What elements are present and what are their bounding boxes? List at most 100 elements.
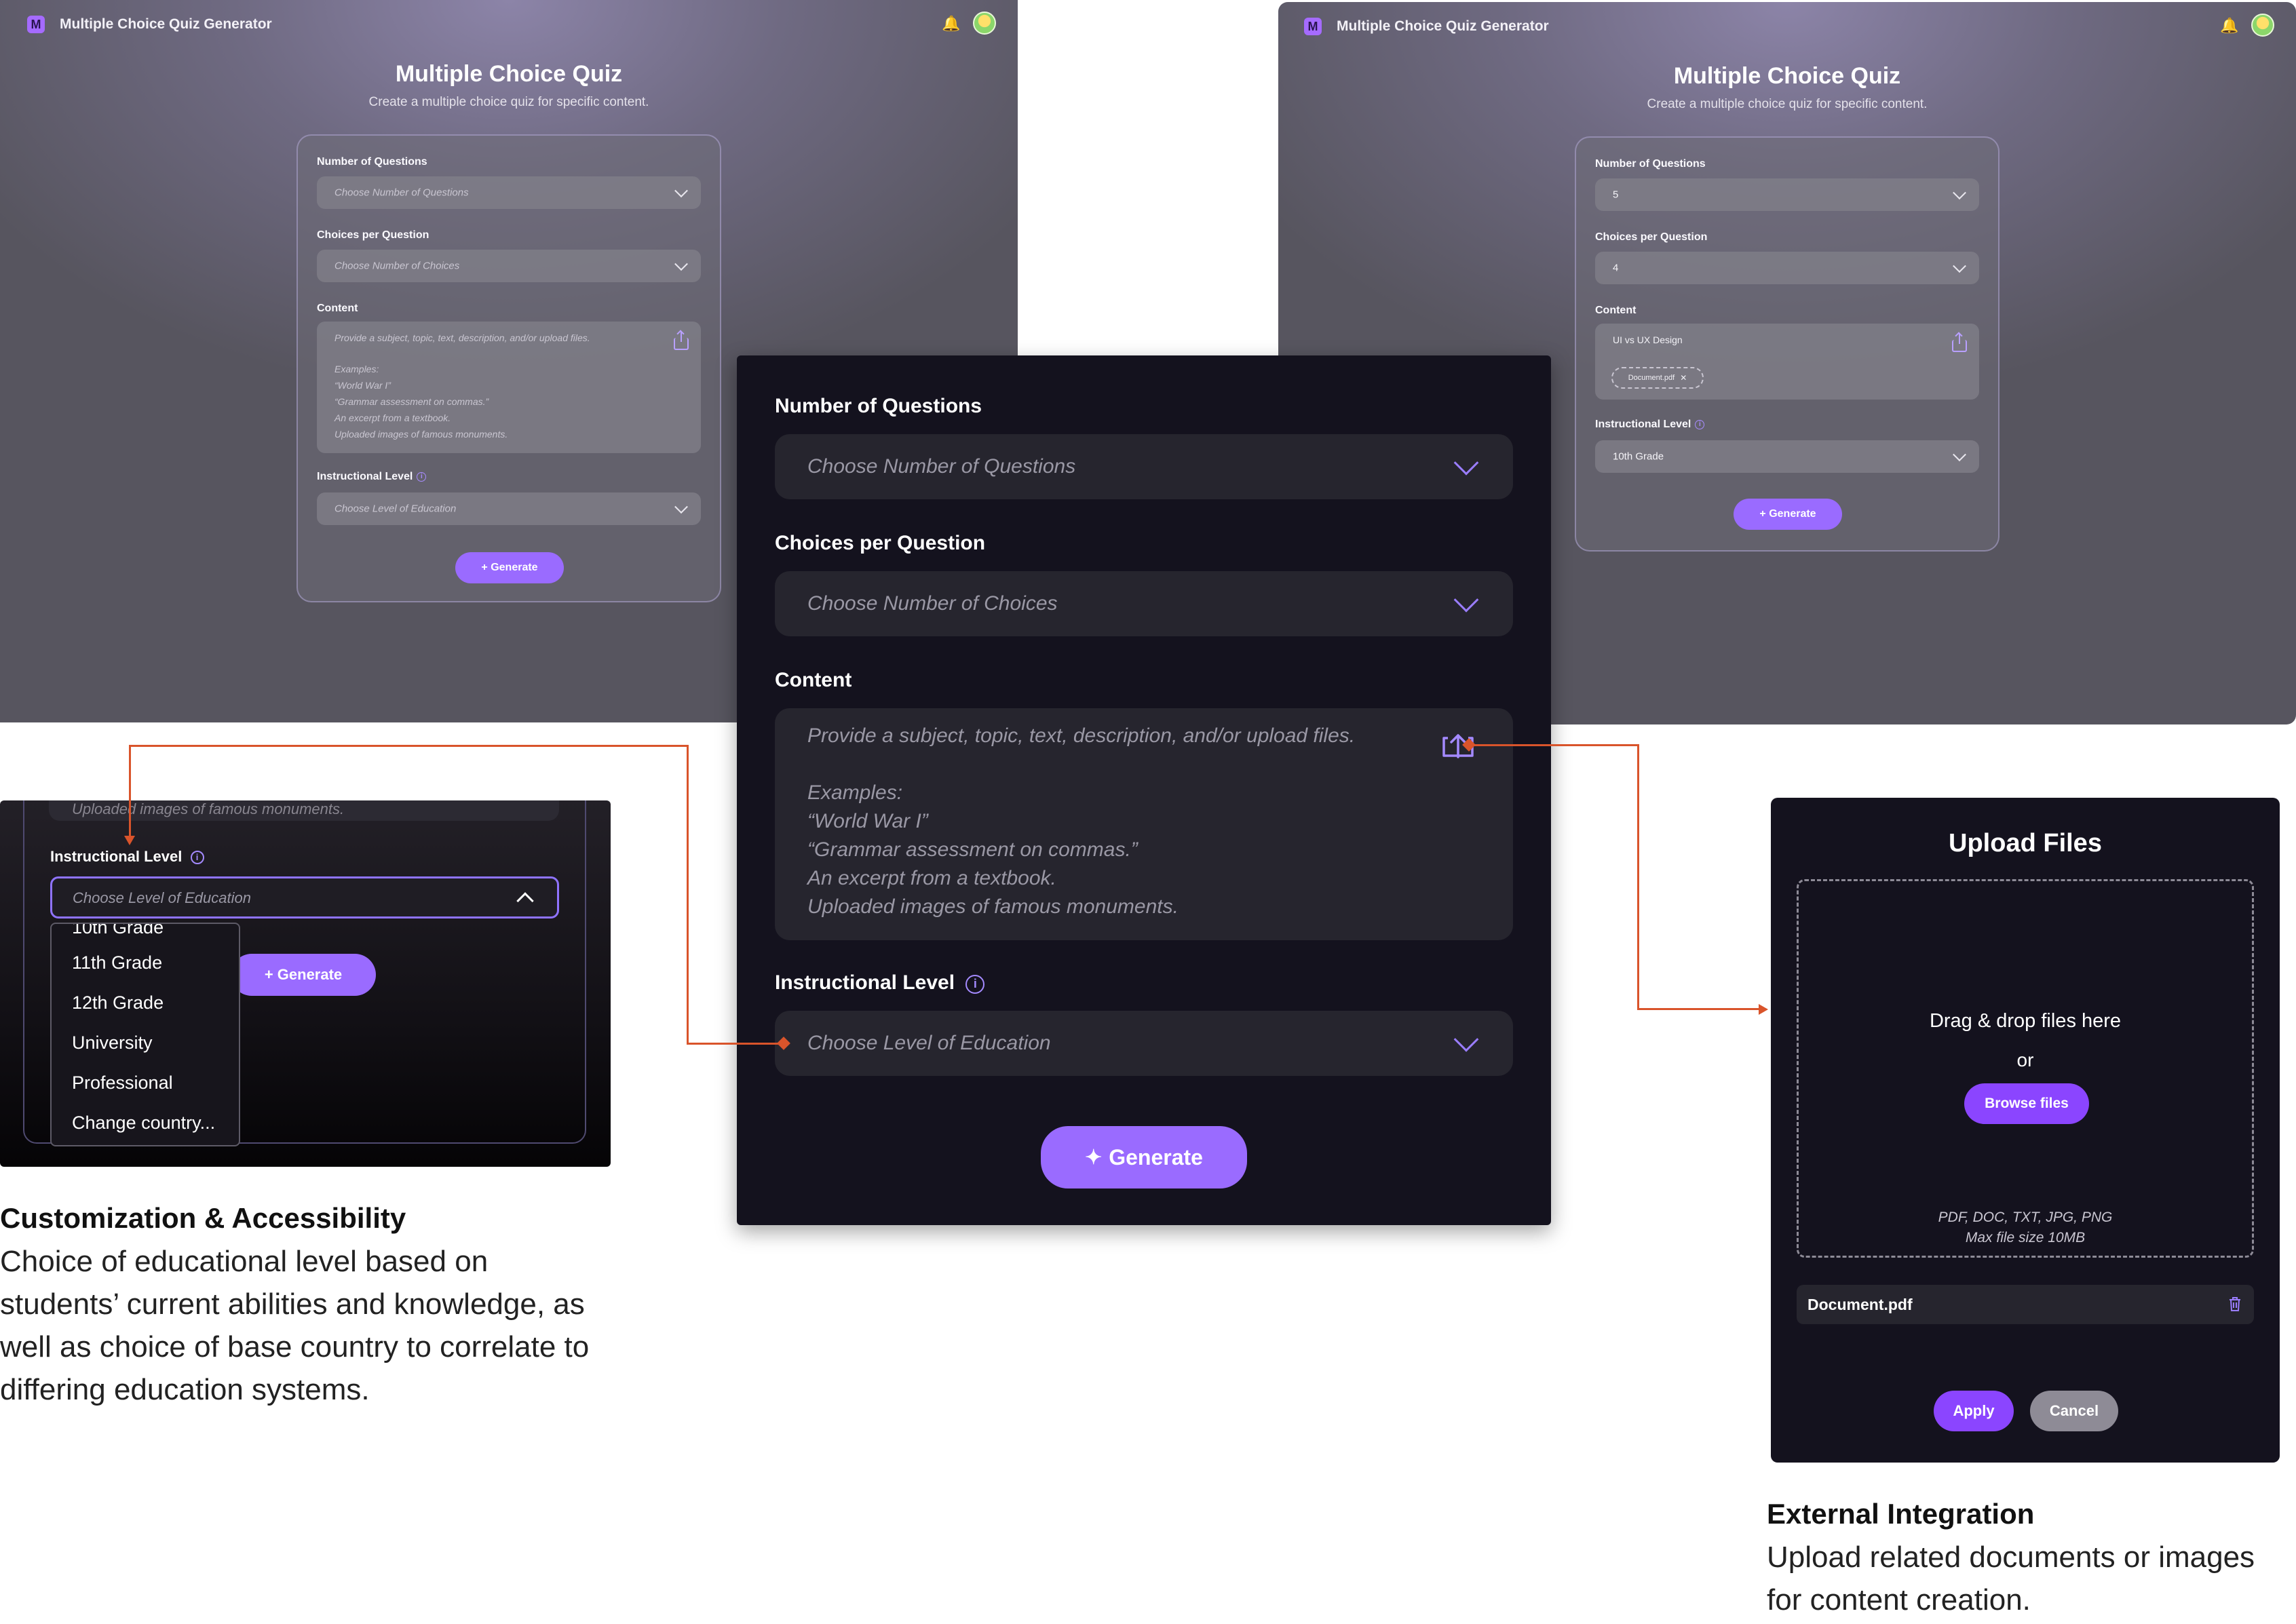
caption-title-right: External Integration [1767, 1498, 2035, 1530]
example-line: “Grammar assessment on commas.” [807, 838, 1138, 861]
connector-line [1468, 744, 1639, 746]
level-select[interactable]: 10th Grade [1595, 440, 1979, 473]
example-line: Examples: [807, 781, 903, 804]
info-icon[interactable]: i [190, 851, 204, 864]
uploaded-file-row: Document.pdf [1797, 1285, 2254, 1324]
form-card: Number of Questions Choose Number of Que… [296, 134, 721, 602]
chevron-down-icon [1953, 448, 1966, 462]
questions-value: 5 [1613, 189, 1619, 201]
level-label-row: Instructional Level i [1595, 419, 1705, 431]
apply-button[interactable]: Apply [1934, 1391, 2014, 1431]
choices-select[interactable]: Choose Number of Choices [317, 250, 701, 282]
questions-label: Number of Questions [317, 156, 427, 168]
choices-select[interactable]: 4 [1595, 252, 1979, 284]
choices-value: 4 [1613, 262, 1619, 274]
menu-item[interactable]: University [72, 1032, 153, 1053]
generate-button[interactable]: + Generate [1734, 499, 1842, 530]
content-textarea[interactable]: Provide a subject, topic, text, descript… [775, 708, 1513, 940]
info-icon[interactable]: i [1695, 419, 1705, 429]
upload-icon[interactable] [674, 331, 689, 350]
avatar[interactable] [2251, 14, 2274, 37]
level-label: Instructional Level [50, 848, 183, 865]
caption-body-right: Upload related documents or images for c… [1767, 1541, 2255, 1617]
connector-line [129, 745, 131, 840]
formats-text: PDF, DOC, TXT, JPG, PNG [1938, 1210, 2113, 1225]
content-value: UI vs UX Design [1613, 334, 1683, 345]
level-placeholder: Choose Level of Education [73, 889, 251, 906]
or-text: or [2016, 1049, 2034, 1070]
questions-select[interactable]: Choose Number of Questions [775, 434, 1513, 499]
level-select[interactable]: Choose Level of Education [317, 492, 701, 525]
info-icon[interactable]: i [965, 975, 985, 994]
questions-select[interactable]: 5 [1595, 178, 1979, 211]
page-subtitle: Create a multiple choice quiz for specif… [1647, 97, 1928, 111]
drop-zone[interactable]: Drag & drop files here or Browse files P… [1797, 879, 2254, 1258]
upload-icon[interactable] [1952, 333, 1967, 352]
connector-arrowhead [1759, 1004, 1768, 1015]
menu-item[interactable]: 11th Grade [72, 952, 162, 973]
content-label: Content [317, 303, 358, 314]
content-label: Content [775, 669, 852, 691]
page-title: Multiple Choice Quiz [395, 61, 623, 87]
choices-select[interactable]: Choose Number of Choices [775, 571, 1513, 636]
level-options-menu: 10th Grade 11th Grade 12th Grade Univers… [50, 923, 240, 1146]
choices-label: Choices per Question [317, 229, 429, 241]
app-logo: M [27, 16, 45, 33]
avatar[interactable] [973, 12, 996, 35]
page-subtitle: Create a multiple choice quiz for specif… [368, 95, 649, 109]
drop-text: Drag & drop files here [1929, 1010, 2122, 1032]
attachment-chip[interactable]: Document.pdf ✕ [1611, 367, 1704, 389]
generate-button[interactable]: + Generate [455, 552, 564, 583]
questions-select[interactable]: Choose Number of Questions [317, 176, 701, 209]
example-line: Examples: [334, 364, 379, 374]
close-icon[interactable]: ✕ [1680, 373, 1687, 383]
file-name: Document.pdf [1807, 1296, 1913, 1313]
trash-icon[interactable] [2228, 1296, 2242, 1312]
questions-placeholder: Choose Number of Questions [807, 455, 1076, 478]
content-placeholder: Provide a subject, topic, text, descript… [807, 724, 1356, 747]
connector-line [129, 745, 688, 747]
connector-line [1637, 1008, 1761, 1010]
generate-button[interactable]: + Generate [231, 954, 376, 996]
level-placeholder: Choose Level of Education [334, 503, 457, 515]
content-textarea[interactable]: Provide a subject, topic, text, descript… [317, 322, 701, 453]
connector-line [1637, 744, 1639, 1010]
upload-dialog: Upload Files Drag & drop files here or B… [1771, 798, 2280, 1463]
example-line: “Grammar assessment on commas.” [334, 396, 489, 407]
level-label-row: Instructional Level i [50, 848, 204, 866]
menu-item-partial[interactable]: 10th Grade [72, 924, 164, 938]
level-label: Instructional Level [317, 471, 413, 482]
level-label: Instructional Level [775, 971, 955, 994]
level-select-open[interactable]: Choose Level of Education [50, 876, 559, 919]
attachment-name: Document.pdf [1628, 374, 1675, 382]
info-icon[interactable]: i [417, 471, 427, 482]
example-line: “World War I” [334, 380, 391, 391]
sparkle-icon: ✦ [1085, 1146, 1103, 1169]
bell-icon[interactable]: 🔔 [2220, 17, 2238, 35]
menu-item[interactable]: 12th Grade [72, 992, 164, 1013]
chevron-down-icon [1453, 450, 1479, 476]
choices-label: Choices per Question [775, 532, 986, 554]
connector-line [687, 745, 689, 1045]
chevron-down-icon [1453, 587, 1479, 613]
chevron-down-icon [1453, 1026, 1479, 1052]
choices-placeholder: Choose Number of Choices [807, 592, 1058, 615]
bell-icon[interactable]: 🔔 [942, 15, 960, 33]
cancel-button[interactable]: Cancel [2030, 1391, 2118, 1431]
page-title: Multiple Choice Quiz [1673, 63, 1901, 89]
level-dropdown-crop: Uploaded images of famous monuments. Ins… [0, 800, 611, 1167]
browse-files-button[interactable]: Browse files [1964, 1083, 2089, 1124]
content-textarea[interactable]: UI vs UX Design Document.pdf ✕ [1595, 324, 1979, 400]
example-line: Uploaded images of famous monuments. [807, 895, 1179, 918]
level-label: Instructional Level [1595, 419, 1691, 430]
level-select[interactable]: Choose Level of Education [775, 1011, 1513, 1076]
caption-title-left: Customization & Accessibility [0, 1202, 406, 1234]
app-bar: M Multiple Choice Quiz Generator [1278, 2, 2296, 51]
level-placeholder: Choose Level of Education [807, 1032, 1051, 1054]
generate-button[interactable]: ✦ Generate [1041, 1126, 1247, 1188]
app-title: Multiple Choice Quiz Generator [60, 16, 272, 32]
menu-item[interactable]: Change country... [72, 1113, 215, 1134]
menu-item[interactable]: Professional [72, 1072, 173, 1094]
connector-arrowhead [124, 836, 135, 845]
questions-placeholder: Choose Number of Questions [334, 187, 469, 199]
